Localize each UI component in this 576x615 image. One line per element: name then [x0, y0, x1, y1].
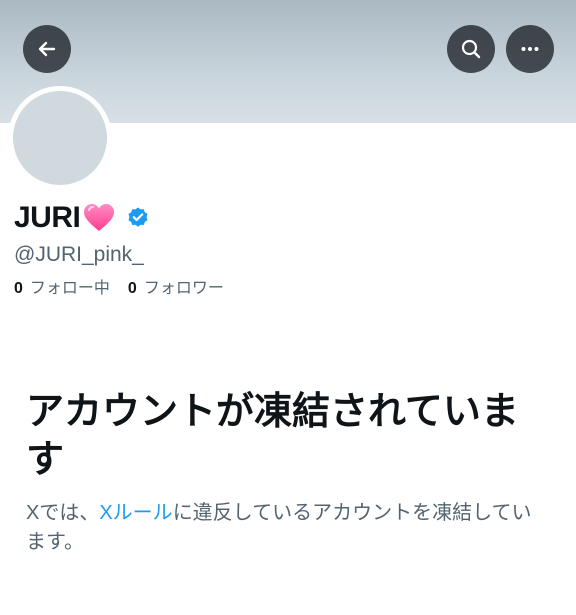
back-button[interactable]	[23, 25, 71, 73]
arrow-left-icon	[38, 41, 56, 57]
more-horizontal-icon	[521, 47, 539, 51]
more-options-button[interactable]	[506, 25, 554, 73]
profile-handle: @JURI_pink_	[14, 243, 144, 266]
following-stat[interactable]: 0 フォロー中	[14, 274, 110, 298]
profile-name-row: JURI	[14, 198, 150, 238]
following-label: フォロー中	[29, 280, 110, 297]
followers-label: フォロワー	[143, 280, 224, 297]
profile-page: JURI @JURI_pink_ 0 フォロー中 0 フォロワー アカウントが凍…	[0, 0, 576, 615]
suspended-title: アカウントが凍結されています	[26, 391, 519, 481]
suspended-message: Xでは、Xルールに違反しているアカウントを凍結しています。	[26, 499, 546, 557]
pink-heart-icon	[82, 202, 116, 234]
follow-stats: 0 フォロー中 0 フォロワー	[14, 274, 242, 298]
display-name: JURI	[14, 201, 81, 234]
x-rules-link[interactable]: Xルール	[99, 502, 172, 524]
avatar-frame[interactable]	[8, 86, 112, 190]
search-button[interactable]	[447, 25, 495, 73]
avatar[interactable]	[13, 91, 107, 185]
search-icon	[461, 39, 481, 59]
followers-count: 0	[127, 280, 137, 297]
followers-stat[interactable]: 0 フォロワー	[128, 274, 224, 298]
verified-badge-icon[interactable]	[126, 206, 150, 230]
suspended-message-prefix: Xでは、	[26, 502, 100, 524]
following-count: 0	[14, 280, 23, 297]
